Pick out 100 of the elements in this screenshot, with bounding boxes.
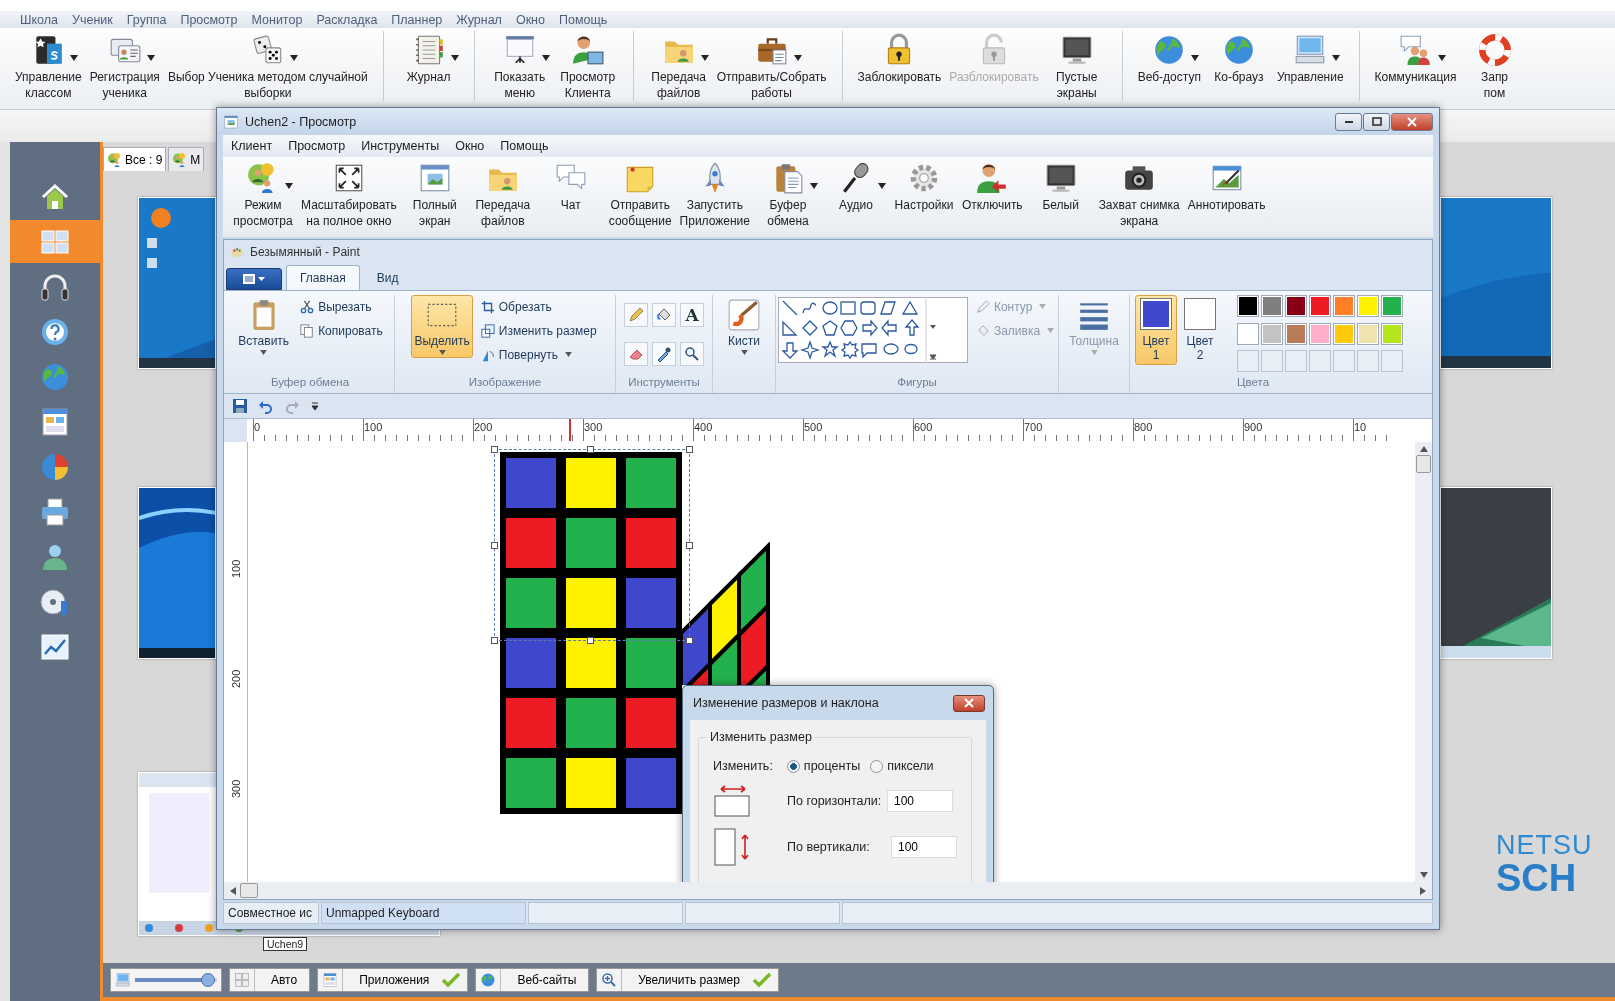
file-menu-button[interactable]: [226, 268, 282, 290]
radio-option[interactable]: проценты: [786, 759, 861, 773]
toolbar-button[interactable]: Режим просмотра: [229, 159, 297, 229]
palette-color[interactable]: [1261, 295, 1283, 317]
toolbar-button[interactable]: Полный экран: [400, 159, 469, 229]
sidebar-item[interactable]: [10, 220, 100, 263]
toolbar-button[interactable]: Авто: [229, 968, 311, 992]
toolbar-button[interactable]: Коммуникация: [1371, 31, 1460, 85]
toolbar-button[interactable]: Показать меню: [486, 31, 553, 101]
menu-item[interactable]: Просмотр: [180, 12, 238, 27]
menu-item[interactable]: Клиент: [231, 139, 273, 153]
palette-color[interactable]: [1261, 322, 1283, 345]
palette-color[interactable]: [1381, 322, 1403, 345]
toolbar-button[interactable]: Журнал: [395, 31, 462, 85]
toolbar-button[interactable]: Запр пом: [1461, 31, 1528, 101]
color-button[interactable]: Цвет 2: [1179, 295, 1221, 365]
number-field[interactable]: 100: [891, 836, 957, 858]
maximize-button[interactable]: [1363, 112, 1390, 131]
toolbar-button[interactable]: Аннотировать: [1183, 159, 1270, 213]
fill-tool[interactable]: [652, 303, 676, 327]
toolbar-button[interactable]: Аудио: [821, 159, 890, 213]
menu-item[interactable]: Окно: [455, 139, 485, 153]
crop-button[interactable]: Обрезать: [478, 296, 599, 317]
toolbar-button[interactable]: Увеличить размер: [596, 968, 779, 992]
eraser-tool[interactable]: [624, 341, 648, 366]
select-button[interactable]: Выделить: [411, 295, 473, 358]
palette-color[interactable]: [1237, 322, 1259, 345]
toolbar-button[interactable]: Чат: [536, 159, 605, 213]
menu-item[interactable]: Группа: [126, 12, 167, 27]
toolbar-button[interactable]: Регистрация ученика: [86, 31, 163, 101]
toolbar-button[interactable]: Управление классом: [12, 31, 85, 101]
minimize-button[interactable]: [1335, 112, 1362, 131]
palette-color[interactable]: [1285, 295, 1307, 317]
copy-button[interactable]: Копировать: [298, 320, 385, 341]
toolbar-button[interactable]: Выбор Ученика методом случайной выборки: [164, 31, 371, 101]
zoom-slider[interactable]: [110, 968, 222, 992]
toolbar-button[interactable]: Пустые экраны: [1043, 31, 1110, 101]
menu-item[interactable]: Окно: [515, 12, 545, 27]
arrow-up-icon[interactable]: [1419, 446, 1428, 452]
toolbar-button[interactable]: Веб-сайты: [475, 968, 590, 992]
shapes-gallery[interactable]: [777, 297, 968, 363]
arrow-down-icon[interactable]: [1419, 872, 1428, 878]
menu-item[interactable]: Просмотр: [288, 139, 346, 153]
toolbar-button[interactable]: Передача файлов: [645, 31, 712, 101]
toolbar-button[interactable]: Захват снимка экрана: [1094, 159, 1184, 229]
palette-color[interactable]: [1333, 322, 1355, 345]
toolbar-button[interactable]: Масштабировать на полное окно: [297, 159, 401, 229]
ribbon-tab[interactable]: Главная: [286, 265, 360, 290]
menu-item[interactable]: Помощь: [558, 12, 608, 27]
toolbar-button[interactable]: Отключить: [957, 159, 1027, 213]
menu-item[interactable]: Инструменты: [361, 139, 440, 153]
arrow-left-icon[interactable]: [230, 886, 236, 895]
palette-color[interactable]: [1309, 322, 1331, 345]
menu-item[interactable]: Ученик: [72, 12, 113, 27]
cut-button[interactable]: Вырезать: [298, 296, 385, 317]
text-tool[interactable]: A: [680, 303, 704, 327]
close-button[interactable]: [1391, 112, 1433, 131]
color-picker-tool[interactable]: [652, 341, 676, 366]
menu-item[interactable]: Помощь: [500, 139, 549, 153]
group-tab[interactable]: М: [168, 147, 205, 171]
toolbar-button[interactable]: Белый: [1026, 159, 1095, 213]
palette-color[interactable]: [1357, 322, 1379, 345]
toolbar-button[interactable]: Управление: [1273, 31, 1347, 85]
horizontal-scrollbar[interactable]: [224, 882, 1432, 899]
toolbar-button[interactable]: Буфер обмена: [753, 159, 822, 229]
toolbar-button[interactable]: Передача файлов: [468, 159, 537, 229]
vertical-scrollbar[interactable]: [1415, 442, 1432, 882]
selection-rectangle[interactable]: [494, 449, 690, 641]
toolbar-button[interactable]: Отправить/Собрать работы: [713, 31, 830, 101]
ribbon-tab[interactable]: Вид: [363, 265, 412, 290]
radio-option[interactable]: пиксели: [870, 759, 934, 773]
menu-item[interactable]: Школа: [20, 12, 58, 27]
toolbar-button[interactable]: Веб-доступ: [1134, 31, 1204, 85]
resize-button[interactable]: Изменить размер: [478, 320, 599, 341]
magnifier-tool[interactable]: [680, 341, 704, 366]
paste-button[interactable]: Вставить: [235, 295, 293, 358]
group-tab[interactable]: Все : 9: [103, 147, 167, 171]
save-icon[interactable]: [232, 398, 248, 414]
toolbar-button[interactable]: Ко-брауз: [1205, 31, 1272, 85]
palette-color[interactable]: [1333, 295, 1355, 317]
pencil-tool[interactable]: [624, 303, 648, 327]
brushes-button[interactable]: Кисти: [724, 295, 764, 358]
menu-item[interactable]: Планнер: [391, 12, 443, 27]
palette-color[interactable]: [1237, 295, 1259, 317]
customize-caret-icon[interactable]: [310, 401, 320, 411]
toolbar-button[interactable]: Настройки: [889, 159, 958, 213]
palette-color[interactable]: [1381, 295, 1403, 317]
menu-item[interactable]: Журнал: [456, 12, 502, 27]
rotate-button[interactable]: Повернуть: [478, 344, 599, 365]
arrow-right-icon[interactable]: [1420, 886, 1426, 895]
close-button[interactable]: [953, 694, 985, 712]
toolbar-button[interactable]: Приложения: [317, 968, 469, 992]
palette-color[interactable]: [1285, 322, 1307, 345]
toolbar-button[interactable]: Запустить Приложение: [675, 159, 754, 229]
toolbar-button[interactable]: Отправить сообщение: [604, 159, 676, 229]
palette-color[interactable]: [1309, 295, 1331, 317]
palette-color[interactable]: [1357, 295, 1379, 317]
toolbar-button[interactable]: Просмотр Клиента: [554, 31, 621, 101]
scroll-thumb[interactable]: [1416, 455, 1431, 473]
number-field[interactable]: 100: [887, 790, 953, 812]
